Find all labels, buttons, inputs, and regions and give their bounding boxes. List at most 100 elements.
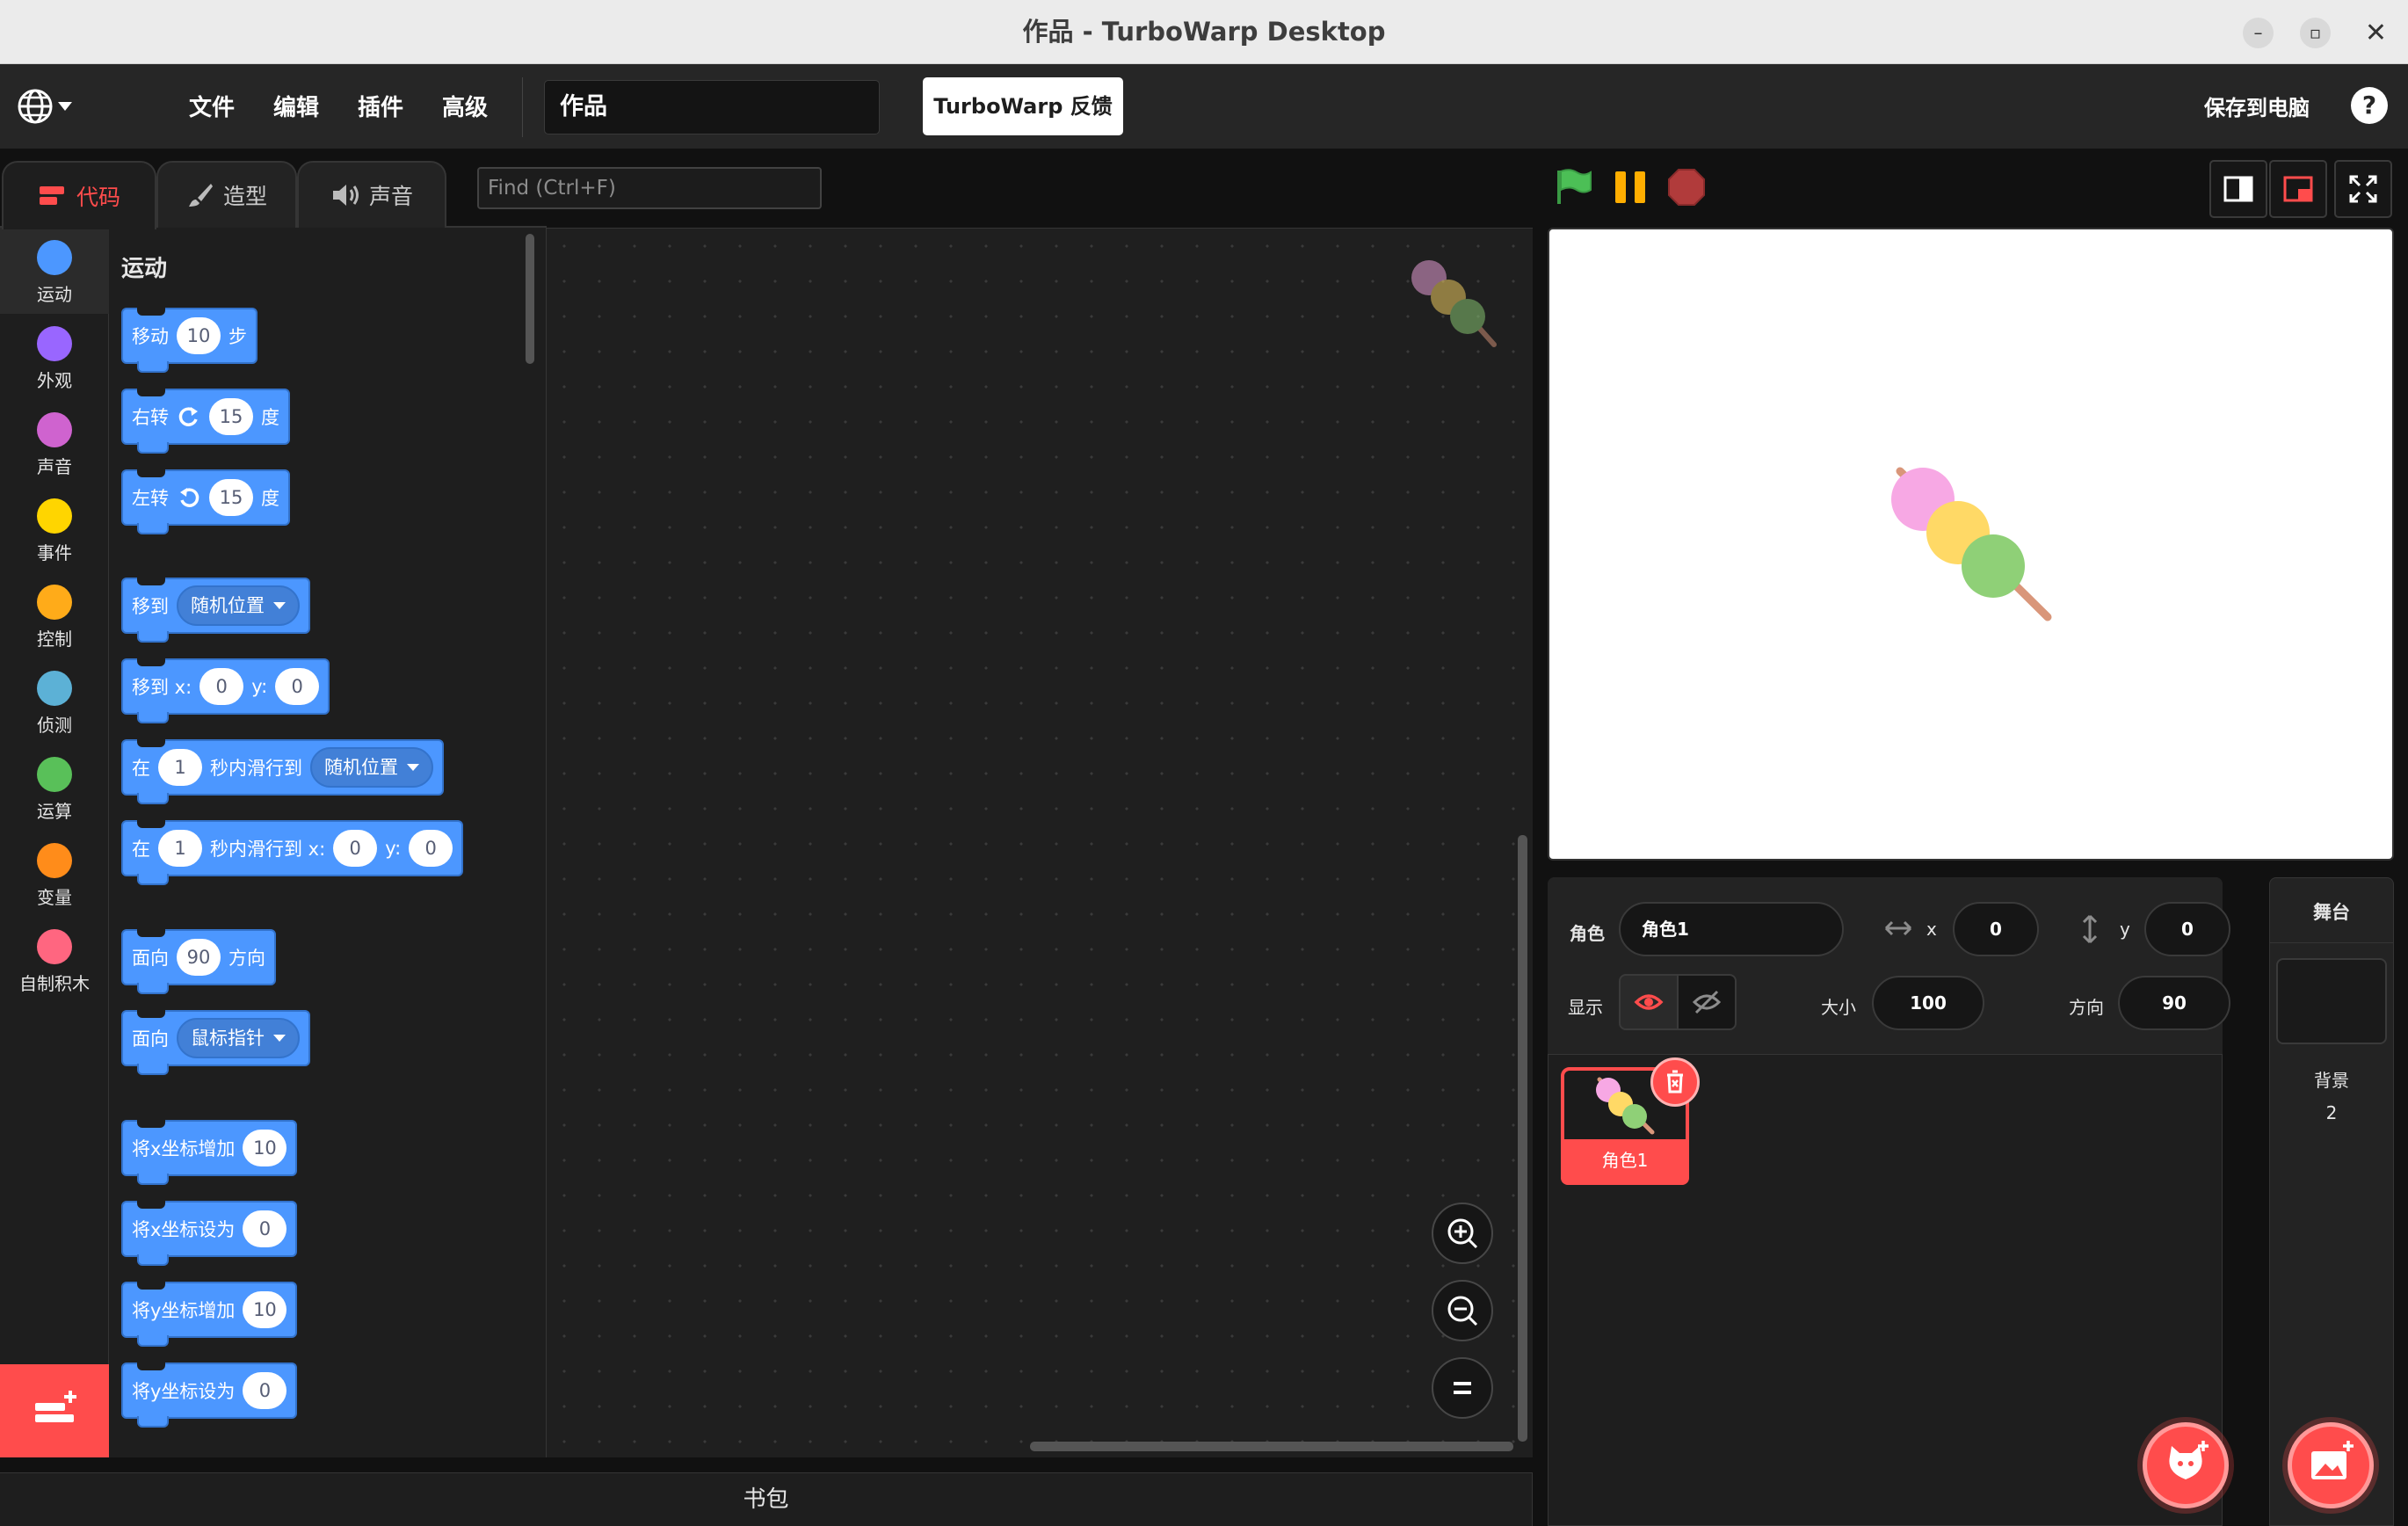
block-glide-xy[interactable]: 在 1 秒内滑行到 x: 0 y: 0 — [121, 820, 464, 885]
category-my-blocks-dot — [37, 929, 72, 964]
backpack-header[interactable]: 书包 — [0, 1472, 1533, 1526]
menu-advanced[interactable]: 高级 — [442, 88, 488, 128]
block-number-input[interactable]: 10 — [243, 1291, 287, 1328]
menu-divider — [522, 77, 523, 137]
block-change-x[interactable]: 将x坐标增加 10 — [121, 1120, 298, 1185]
category-variables[interactable]: 变量 — [0, 831, 109, 917]
category-looks-dot — [37, 326, 72, 361]
show-label: 显示 — [1568, 997, 1603, 1018]
tab-code-label: 代码 — [76, 185, 120, 210]
green-flag-icon[interactable] — [1554, 167, 1594, 206]
block-point-towards[interactable]: 面向 鼠标指针 — [121, 1010, 310, 1075]
sprite-on-stage[interactable] — [1881, 457, 2056, 633]
choose-sprite-button[interactable] — [2143, 1422, 2229, 1508]
block-turn-right[interactable]: 右转 15 度 — [121, 389, 290, 454]
workspace-horizontal-scrollbar[interactable] — [1030, 1442, 1513, 1451]
menu-file[interactable]: 文件 — [189, 88, 235, 128]
block-number-input[interactable]: 1 — [158, 830, 202, 867]
block-y-input[interactable]: 0 — [275, 668, 320, 705]
zoom-reset-button[interactable] — [1432, 1357, 1493, 1419]
show-sprite-button[interactable] — [1619, 974, 1679, 1030]
block-dropdown[interactable]: 鼠标指针 — [177, 1018, 300, 1058]
y-input[interactable]: 0 — [2144, 902, 2230, 956]
zoom-in-button[interactable] — [1432, 1203, 1493, 1264]
menu-addons[interactable]: 插件 — [358, 88, 403, 128]
x-input[interactable]: 0 — [1953, 902, 2039, 956]
category-motion-dot — [37, 240, 72, 275]
category-sensing[interactable]: 侦测 — [0, 658, 109, 745]
category-looks[interactable]: 外观 — [0, 314, 109, 400]
direction-input[interactable]: 90 — [2118, 976, 2230, 1030]
category-my-blocks[interactable]: 自制积木 — [0, 917, 109, 1003]
menu-edit[interactable]: 编辑 — [273, 88, 319, 128]
add-extension-button[interactable] — [0, 1364, 109, 1457]
dropdown-value: 随机位置 — [191, 595, 265, 616]
choose-backdrop-button[interactable] — [2288, 1422, 2374, 1508]
language-globe-icon[interactable] — [16, 87, 77, 126]
block-number-input[interactable]: 15 — [209, 398, 253, 435]
y-arrows-icon — [2076, 912, 2104, 946]
speaker-icon — [332, 185, 359, 206]
block-dropdown[interactable]: 随机位置 — [310, 747, 433, 788]
close-button[interactable]: ✕ — [2361, 18, 2391, 48]
sprite-name-label: 角色 — [1570, 923, 1605, 944]
category-control[interactable]: 控制 — [0, 572, 109, 658]
save-to-computer-button[interactable]: 保存到电脑 — [2204, 88, 2358, 128]
size-label: 大小 — [1821, 997, 1856, 1018]
block-dropdown[interactable]: 随机位置 — [177, 585, 300, 626]
category-sound[interactable]: 声音 — [0, 400, 109, 486]
block-text: 移到 x: — [132, 677, 192, 698]
stage-pane-divider — [2269, 942, 2394, 943]
block-y-input[interactable]: 0 — [409, 830, 453, 867]
category-events[interactable]: 事件 — [0, 486, 109, 572]
category-sensing-dot — [37, 671, 72, 706]
delete-sprite-button[interactable] — [1650, 1057, 1700, 1107]
block-number-input[interactable]: 1 — [158, 749, 202, 786]
workspace-vertical-scrollbar[interactable] — [1518, 835, 1527, 1442]
block-move-steps[interactable]: 移动 10 步 — [121, 308, 257, 373]
block-change-y[interactable]: 将y坐标增加 10 — [121, 1282, 298, 1347]
stop-icon[interactable] — [1666, 167, 1707, 207]
block-number-input[interactable]: 10 — [243, 1130, 287, 1166]
block-turn-left[interactable]: 左转 15 度 — [121, 469, 290, 534]
project-title-input[interactable]: 作品 — [544, 80, 880, 134]
block-x-input[interactable]: 0 — [333, 830, 378, 867]
block-number-input[interactable]: 0 — [243, 1372, 287, 1409]
block-number-input[interactable]: 0 — [243, 1210, 287, 1247]
find-input[interactable] — [477, 167, 822, 209]
block-glide[interactable]: 在 1 秒内滑行到 随机位置 — [121, 739, 444, 804]
large-stage-button[interactable] — [2269, 160, 2327, 218]
category-operators[interactable]: 运算 — [0, 745, 109, 831]
category-motion[interactable]: 运动 — [0, 228, 109, 314]
category-label: 变量 — [37, 887, 72, 908]
block-x-input[interactable]: 0 — [199, 668, 244, 705]
block-number-input[interactable]: 15 — [209, 479, 253, 516]
block-set-x[interactable]: 将x坐标设为 0 — [121, 1201, 298, 1266]
palette-scrollbar[interactable] — [526, 234, 534, 364]
block-goto[interactable]: 移到 随机位置 — [121, 578, 310, 643]
small-stage-button[interactable] — [2209, 160, 2267, 218]
zoom-out-button[interactable] — [1432, 1280, 1493, 1341]
size-input[interactable]: 100 — [1872, 976, 1984, 1030]
block-point-direction[interactable]: 面向 90 方向 — [121, 929, 276, 994]
script-workspace[interactable] — [547, 228, 1533, 1457]
minimize-button[interactable]: – — [2243, 18, 2274, 48]
feedback-button[interactable]: TurboWarp 反馈 — [923, 77, 1123, 135]
help-icon[interactable]: ? — [2351, 87, 2388, 124]
block-number-input[interactable]: 90 — [177, 939, 221, 976]
backdrop-thumbnail[interactable] — [2276, 958, 2387, 1044]
block-set-y[interactable]: 将y坐标设为 0 — [121, 1362, 298, 1428]
block-number-input[interactable]: 10 — [177, 317, 221, 354]
theme-moon-icon[interactable] — [109, 89, 141, 126]
category-label: 控制 — [37, 629, 72, 650]
sprite-name-input[interactable]: 角色1 — [1619, 902, 1844, 956]
block-goto-xy[interactable]: 移到 x: 0 y: 0 — [121, 658, 330, 723]
category-label: 自制积木 — [19, 973, 90, 994]
pause-icon[interactable] — [1612, 169, 1650, 206]
tab-costumes[interactable]: 造型 — [156, 161, 297, 228]
tab-sounds[interactable]: 声音 — [297, 161, 446, 228]
maximize-button[interactable]: ▫ — [2300, 18, 2331, 48]
hide-sprite-button[interactable] — [1677, 974, 1737, 1030]
tab-code[interactable]: 代码 — [2, 161, 156, 229]
fullscreen-button[interactable] — [2334, 160, 2392, 218]
